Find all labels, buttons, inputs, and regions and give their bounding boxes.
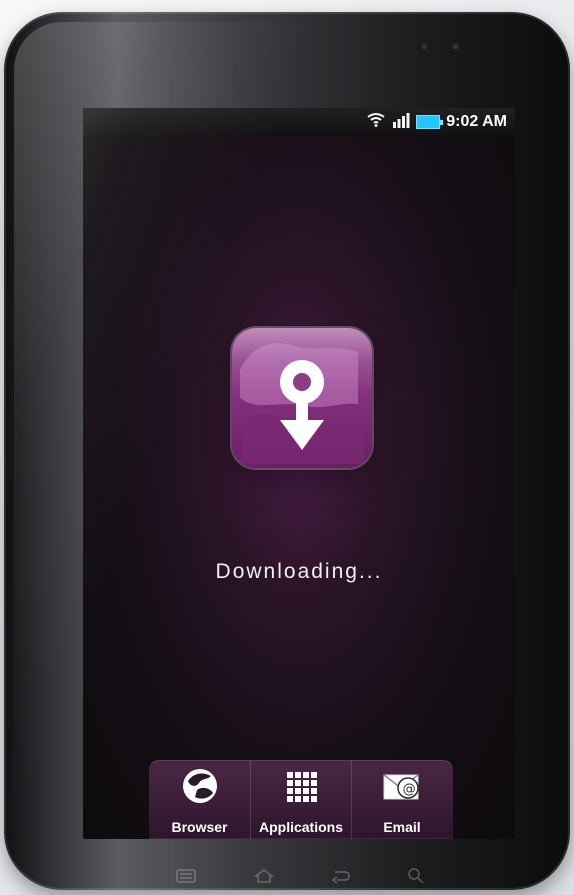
dock-applications-label: Applications xyxy=(258,818,343,835)
tablet-frame: 9:02 AM Downloading... Browser Applicati… xyxy=(4,12,570,890)
svg-text:@: @ xyxy=(403,782,416,797)
home-icon xyxy=(254,869,274,883)
status-time: 9:02 AM xyxy=(446,113,507,130)
home-button[interactable] xyxy=(246,864,282,888)
back-icon xyxy=(331,871,350,884)
signal-icon xyxy=(392,112,410,133)
status-icons: 9:02 AM xyxy=(366,112,507,132)
hardware-nav-bar xyxy=(168,864,428,888)
camera-sensor xyxy=(421,43,428,50)
status-bar: 9:02 AM xyxy=(83,108,515,136)
wifi-icon xyxy=(366,112,386,133)
dock-applications-button[interactable]: Applications xyxy=(250,761,351,839)
battery-icon xyxy=(416,115,444,129)
search-button[interactable] xyxy=(398,864,434,888)
dock-browser-label: Browser xyxy=(171,818,228,835)
dock-browser-button[interactable]: Browser xyxy=(149,761,250,839)
dock-email-label: Email xyxy=(383,818,421,835)
device-screen: 9:02 AM Downloading... Browser Applicati… xyxy=(83,108,515,839)
dock-email-button[interactable]: @ Email xyxy=(351,761,452,839)
light-sensor xyxy=(452,43,459,50)
download-globe-icon xyxy=(232,328,372,468)
menu-icon xyxy=(176,869,196,883)
dock-bar: Browser Applications @ Email xyxy=(149,760,453,839)
page: 9:02 AM Downloading... Browser Applicati… xyxy=(0,0,574,895)
globe-icon xyxy=(180,766,220,811)
search-icon xyxy=(408,868,424,884)
loading-status-text: Downloading... xyxy=(215,560,383,583)
menu-button[interactable] xyxy=(168,864,204,888)
back-button[interactable] xyxy=(322,864,358,888)
grid-icon xyxy=(281,766,321,811)
email-icon: @ xyxy=(380,766,424,811)
